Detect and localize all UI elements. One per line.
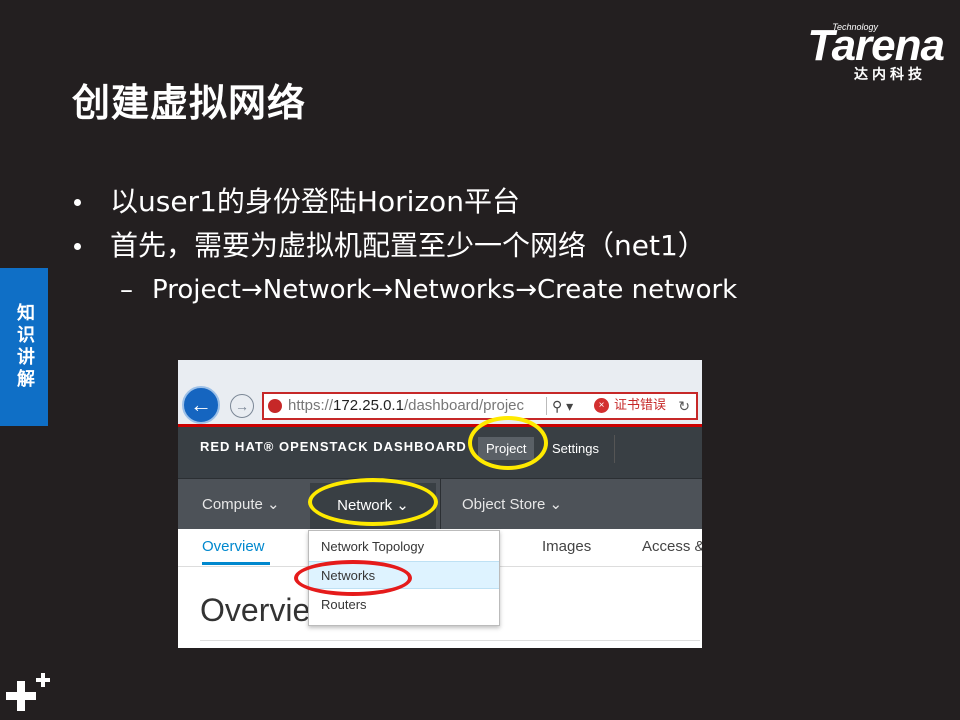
bullet-item: 首先，需要为虚拟机配置至少一个网络（net1） [70,224,737,268]
tab-settings[interactable]: Settings [552,441,599,456]
forward-button[interactable]: → [230,394,254,418]
back-arrow-icon: ← [190,392,212,417]
active-tab-indicator [202,562,270,565]
sub-bullet-text: Project→Network→Networks→Create network [152,275,738,305]
highlight-project-circle [468,416,548,470]
nav-object-store[interactable]: Object Store ⌄ [462,495,562,513]
tarena-logo: Technology Tarena 达内科技 [774,21,945,83]
subtab-access[interactable]: Access & [642,538,702,555]
highlight-network-circle [308,478,438,526]
slide-title: 创建虚拟网络 [72,81,307,125]
subtab-images[interactable]: Images [542,538,591,555]
search-icon[interactable]: ⚲ ▾ [552,394,573,418]
header-divider [614,435,615,463]
nav-divider [440,479,441,529]
address-bar[interactable]: https://172.25.0.1/dashboard/projec ⚲ ▾ … [262,392,698,420]
nav-compute[interactable]: Compute ⌄ [202,495,280,513]
plus-decoration-icon [6,672,52,716]
logo-wordmark: Tarena [807,21,945,70]
forward-arrow-icon: → [235,398,249,414]
side-tab-label: 知识讲解 [14,303,35,391]
heading-divider [200,640,700,641]
menu-item-network-topology[interactable]: Network Topology [309,533,499,561]
dashboard-brand: RED HAT® OPENSTACK DASHBOARD [200,439,467,454]
openstack-screenshot: ← → https://172.25.0.1/dashboard/projec … [178,360,702,648]
reload-icon[interactable]: ↻ [678,394,690,418]
sub-bullet-dash: – [120,275,133,305]
back-button[interactable]: ← [182,386,220,424]
dashboard-header: RED HAT® OPENSTACK DASHBOARD Project Set… [178,424,702,478]
url-text: https://172.25.0.1/dashboard/projec [288,397,525,414]
bullet-list: 以user1的身份登陆Horizon平台 首先，需要为虚拟机配置至少一个网络（n… [70,180,737,310]
certificate-error-icon: × [594,398,609,413]
subtab-overview[interactable]: Overview [202,538,265,555]
side-tab: 知识讲解 [0,268,48,426]
highlight-networks-circle [294,560,412,596]
page-heading: Overvie [200,592,311,628]
site-favicon-icon [268,399,282,413]
address-divider [546,397,547,415]
project-nav: Compute ⌄ Network ⌄ Object Store ⌄ [178,478,702,529]
sub-bullet-item: – Project→Network→Networks→Create networ… [70,270,737,310]
browser-toolbar: ← → https://172.25.0.1/dashboard/projec … [178,360,702,424]
logo-chinese-text: 达内科技 [854,67,926,83]
certificate-error-text[interactable]: 证书错误 [614,394,666,418]
bullet-item: 以user1的身份登陆Horizon平台 [70,180,737,224]
